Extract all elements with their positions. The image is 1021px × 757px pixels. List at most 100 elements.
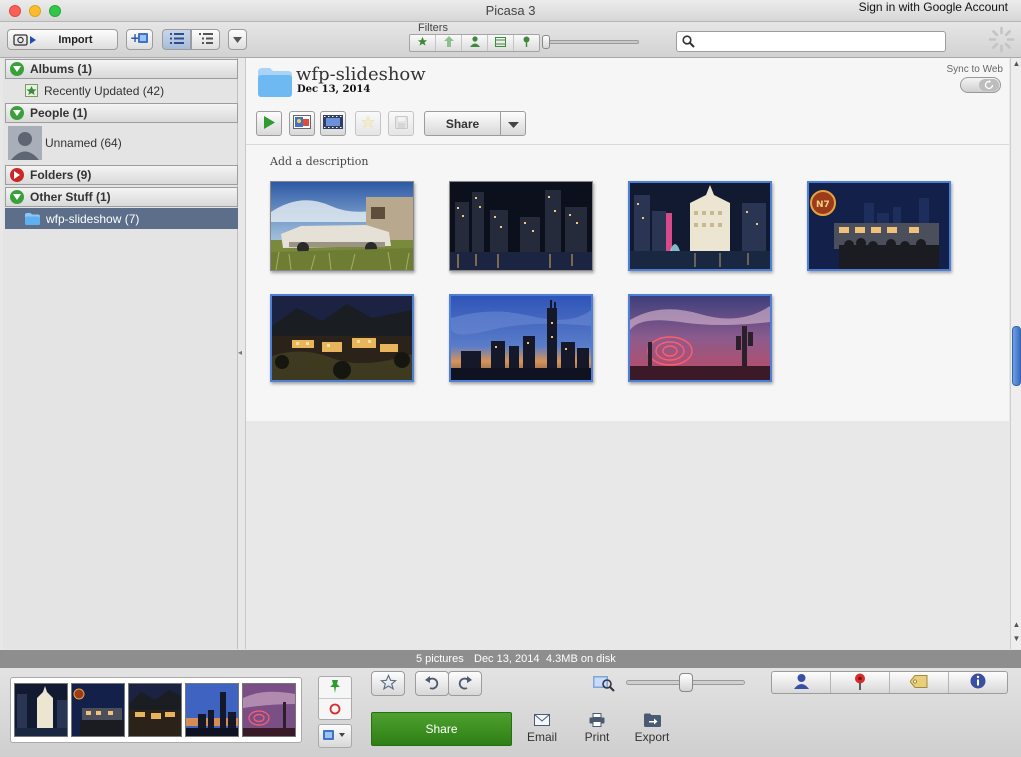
section-people-label: People (1) <box>30 106 88 120</box>
info-panel-button[interactable] <box>949 672 1007 693</box>
hold-selection-button[interactable] <box>319 677 351 699</box>
rotate-right-button[interactable] <box>448 671 482 696</box>
date-filter-slider-knob[interactable] <box>542 35 550 49</box>
email-button[interactable]: Email <box>517 710 567 744</box>
import-label: Import <box>58 33 93 46</box>
status-date: Dec 13, 2014 <box>474 653 540 665</box>
album-add-icon <box>323 729 347 744</box>
section-other-stuff[interactable]: Other Stuff (1) <box>5 187 238 207</box>
side-panel-toggle-group <box>771 671 1008 694</box>
photo-thumbnail-selected[interactable] <box>628 294 772 382</box>
view-list-button[interactable] <box>162 29 191 50</box>
share-button[interactable]: Share <box>371 712 512 746</box>
scroll-up-arrow-icon[interactable]: ▲ <box>1012 619 1021 629</box>
add-to-album-dropdown[interactable] <box>318 724 352 748</box>
make-movie-button[interactable] <box>320 111 346 136</box>
sidebar-item-label: Unnamed (64) <box>45 136 122 150</box>
album-header-divider <box>246 144 1009 145</box>
photo-thumbnail-selected[interactable] <box>449 294 593 382</box>
tray-thumbnail[interactable] <box>71 683 125 737</box>
scroll-up-arrow-icon[interactable]: ▲ <box>1012 58 1021 68</box>
expand-triangle-icon[interactable] <box>10 62 24 76</box>
filter-geotagged-button[interactable] <box>514 35 539 51</box>
album-share-label[interactable]: Share <box>425 112 501 135</box>
upload-arrow-icon <box>443 36 454 50</box>
tags-panel-button[interactable] <box>890 672 949 693</box>
share-options-dropdown[interactable] <box>501 112 525 135</box>
sidebar-resize-handle[interactable]: ◂ <box>238 348 242 357</box>
floppy-save-icon <box>394 115 408 132</box>
sync-to-web-label: Sync to Web <box>946 64 1003 75</box>
collage-icon <box>293 115 311 132</box>
thumbnail-size-slider-knob[interactable] <box>679 673 693 692</box>
import-button[interactable]: Import <box>7 29 118 50</box>
star-photo-button[interactable] <box>371 671 405 696</box>
photo-thumbnail-selected[interactable]: N7 <box>807 181 951 271</box>
camera-import-icon <box>13 33 37 50</box>
folder-icon <box>25 212 40 225</box>
photo-thumbnail-selected[interactable] <box>270 294 414 382</box>
scroll-down-arrow-icon[interactable]: ▼ <box>1012 633 1021 643</box>
filter-uploaded-button[interactable] <box>436 35 462 51</box>
tray-thumbnail[interactable] <box>185 683 239 737</box>
section-folders[interactable]: Folders (9) <box>5 165 238 185</box>
scrollbar-thumb[interactable] <box>1012 326 1021 386</box>
add-description-field[interactable]: Add a description <box>270 155 368 168</box>
section-albums[interactable]: Albums (1) <box>5 59 238 79</box>
album-share-button[interactable]: Share <box>424 111 526 136</box>
export-button[interactable]: Export <box>627 710 677 744</box>
search-input[interactable] <box>699 34 939 49</box>
places-panel-button[interactable] <box>831 672 890 693</box>
view-options-dropdown[interactable] <box>228 29 247 50</box>
play-slideshow-button[interactable] <box>256 111 282 136</box>
date-filter-slider[interactable] <box>545 40 639 44</box>
star-album-button[interactable] <box>355 111 381 136</box>
photo-thumbnail[interactable] <box>270 181 414 271</box>
tray-thumbnail[interactable] <box>14 683 68 737</box>
sign-in-link[interactable]: Sign in with Google Account <box>859 0 1008 14</box>
album-folder-icon <box>258 68 292 100</box>
collapse-triangle-icon[interactable] <box>10 168 24 182</box>
album-panel: wfp-slideshow Dec 13, 2014 Sync to Web S… <box>246 58 1009 421</box>
save-button[interactable] <box>388 111 414 136</box>
album-scrollbar[interactable]: ▲ ▲ ▼ <box>1010 58 1021 649</box>
sidebar-item-unnamed[interactable]: Unnamed (64) <box>5 125 238 161</box>
filter-movies-button[interactable] <box>488 35 514 51</box>
make-collage-button[interactable] <box>289 111 315 136</box>
filter-starred-button[interactable] <box>410 35 436 51</box>
expand-triangle-icon[interactable] <box>10 106 24 120</box>
add-to-album-button[interactable]: + <box>126 29 153 50</box>
person-icon <box>469 36 480 50</box>
print-button[interactable]: Print <box>572 710 622 744</box>
picture-count: 5 pictures <box>416 653 464 665</box>
tray-action-buttons <box>318 676 352 720</box>
section-people[interactable]: People (1) <box>5 103 238 123</box>
search-icon <box>682 35 695 51</box>
email-label: Email <box>526 730 557 744</box>
sidebar-item-label: Recently Updated (42) <box>44 83 165 98</box>
filter-people-button[interactable] <box>462 35 488 51</box>
expand-triangle-icon[interactable] <box>10 190 24 204</box>
tray-thumbnail[interactable] <box>128 683 182 737</box>
title-bar: Picasa 3 Sign in with Google Account <box>0 0 1021 22</box>
sync-to-web-toggle[interactable] <box>960 77 1001 93</box>
photo-thumbnail-selected[interactable] <box>628 181 772 271</box>
photo-thumbnail[interactable] <box>449 181 593 271</box>
sidebar-item-label: wfp-slideshow (7) <box>46 211 140 226</box>
album-title[interactable]: wfp-slideshow <box>296 64 426 85</box>
list-view-icon <box>169 32 184 47</box>
map-pin-icon <box>522 36 531 50</box>
main-toolbar: Import + Filters <box>0 22 1021 58</box>
map-pin-icon <box>854 673 866 693</box>
sidebar-item-recently-updated[interactable]: Recently Updated (42) <box>5 81 238 100</box>
clear-selection-button[interactable] <box>319 699 351 721</box>
tray-thumbnail[interactable] <box>242 683 296 737</box>
sidebar-item-wfp-slideshow[interactable]: wfp-slideshow (7) <box>5 208 238 229</box>
album-date[interactable]: Dec 13, 2014 <box>297 84 370 95</box>
red-circle-clear-icon <box>329 703 341 718</box>
rotate-left-button[interactable] <box>415 671 449 696</box>
search-field[interactable] <box>676 31 946 52</box>
view-tree-button[interactable] <box>191 29 220 50</box>
people-panel-button[interactable] <box>772 672 831 693</box>
person-avatar-icon <box>8 126 42 160</box>
